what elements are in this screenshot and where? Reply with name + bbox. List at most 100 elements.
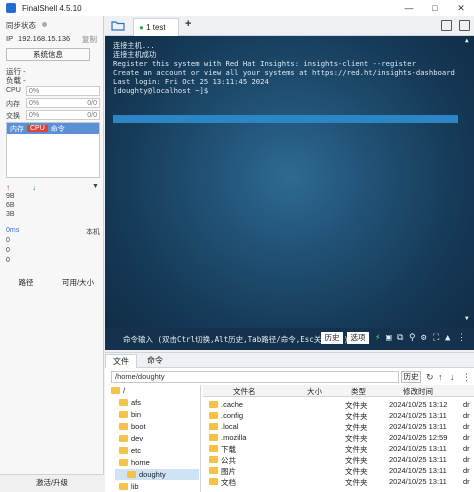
title-bar: FinalShell 4.5.10 — □ ✕	[0, 0, 474, 16]
folder-icon	[119, 459, 128, 466]
tab-commands[interactable]: 命令	[139, 354, 171, 368]
file-row[interactable]: 下载 文件夹 2024/10/25 13:11 dr	[203, 443, 474, 454]
activate-upgrade-link[interactable]: 激活/升级	[0, 474, 104, 492]
path-input[interactable]: /home/doughty	[111, 371, 399, 383]
load-status: 负载 -	[6, 76, 26, 85]
maximize-button[interactable]: □	[422, 0, 448, 16]
clipboard-icon[interactable]: ▣	[386, 333, 391, 343]
file-mtime: 2024/10/25 13:11	[389, 422, 447, 431]
file-permissions: dr	[463, 444, 470, 453]
folder-icon	[119, 435, 128, 442]
tree-item[interactable]: etc	[119, 445, 141, 456]
column-type[interactable]: 类型	[351, 386, 366, 397]
column-name[interactable]: 文件名	[233, 386, 256, 397]
search-icon[interactable]: ⚲	[409, 333, 416, 343]
menu-icon[interactable]	[459, 20, 470, 31]
file-permissions: dr	[463, 422, 470, 431]
tree-item[interactable]: dev	[119, 433, 143, 444]
close-button[interactable]: ✕	[448, 0, 474, 16]
expand-icon[interactable]: ▲	[445, 333, 450, 343]
file-mtime: 2024/10/25 13:11	[389, 455, 447, 464]
system-info-button[interactable]: 系统信息	[6, 48, 90, 61]
folder-icon	[119, 423, 128, 430]
grid-layout-icon[interactable]	[441, 20, 452, 31]
options-button[interactable]: 选项	[347, 332, 369, 344]
file-type: 文件夹	[345, 478, 368, 487]
copy-ip-button[interactable]: 复制	[82, 34, 97, 45]
settings-dots-icon[interactable]: ⋮	[457, 333, 466, 343]
folder-icon	[119, 447, 128, 454]
file-permissions: dr	[463, 477, 470, 486]
fullscreen-icon[interactable]: ⛶	[433, 333, 439, 343]
file-row[interactable]: .config 文件夹 2024/10/25 13:11 dr	[203, 410, 474, 421]
file-name: .cache	[221, 400, 244, 409]
latency-value: 0	[6, 257, 10, 264]
meter-label: CPU	[6, 87, 21, 94]
file-table: 文件名 大小 类型 修改时间 .cache 文件夹 2024/10/25 13:12…	[203, 385, 474, 492]
disk-path-header[interactable]: 路径	[0, 276, 52, 289]
tab-session-test[interactable]: ● 1 test	[133, 18, 179, 36]
file-row[interactable]: .mozilla 文件夹 2024/10/25 12:59 dr	[203, 432, 474, 443]
terminal-line: Create an account or view all your syste…	[113, 68, 455, 77]
tree-item[interactable]: /	[111, 385, 125, 396]
gear-icon[interactable]: ⚙	[421, 333, 426, 343]
file-mtime: 2024/10/25 12:59	[389, 433, 448, 442]
tree-item[interactable]: bin	[119, 409, 141, 420]
net-value: 3B	[6, 211, 15, 218]
meter-usage: 0/0	[87, 112, 97, 119]
proc-tab-cpu[interactable]: CPU	[27, 125, 48, 132]
folder-icon	[209, 423, 218, 430]
tree-item[interactable]: home	[119, 457, 150, 468]
add-tab-button[interactable]: +	[185, 18, 191, 30]
terminal-scrollbar[interactable]: ▲ ▼	[465, 38, 471, 346]
command-input[interactable]: 命令输入 (双击Ctrl切换,Alt历史,Tab路径/命令,Esc关闭窗口)	[123, 334, 348, 345]
status-dot-icon: ●	[139, 23, 144, 32]
latency-host: 本机	[86, 229, 100, 236]
file-row[interactable]: 公共 文件夹 2024/10/25 13:11 dr	[203, 454, 474, 465]
tree-item-selected[interactable]: doughty	[115, 469, 199, 480]
history-button[interactable]: 历史	[321, 332, 343, 344]
proc-tab-command[interactable]: 命令	[48, 124, 68, 134]
ip-value: 192.168.15.136	[18, 34, 71, 43]
upload-icon[interactable]: ↑	[438, 371, 443, 383]
terminal-line: 连接主机...	[113, 41, 155, 50]
folder-icon	[111, 387, 120, 394]
file-permissions: dr	[463, 466, 470, 475]
minimize-button[interactable]: —	[396, 0, 422, 16]
file-manager-panel: 文件 命令 /home/doughty 历史 ↻ ↑ ↓ ⋮ / afs bin…	[105, 352, 474, 492]
folder-icon	[209, 445, 218, 452]
folder-icon	[209, 401, 218, 408]
swap-meter: 交换 0% 0/0	[6, 110, 100, 120]
session-tab-bar: ● 1 test +	[105, 16, 474, 36]
folder-icon[interactable]	[111, 20, 125, 31]
net-dropdown-icon[interactable]: ▼	[92, 183, 99, 190]
file-permissions: dr	[463, 455, 470, 464]
folder-icon	[119, 399, 128, 406]
folder-icon	[127, 471, 136, 478]
tab-files[interactable]: 文件	[105, 354, 137, 368]
download-icon[interactable]: ↓	[450, 371, 455, 383]
terminal[interactable]: 连接主机... 连接主机成功 Register this system with…	[105, 36, 474, 350]
path-history-button[interactable]: 历史	[401, 371, 421, 383]
more-icon[interactable]: ⋮	[462, 371, 471, 383]
refresh-icon[interactable]: ↻	[426, 371, 434, 383]
command-input-bar[interactable]: 命令输入 (双击Ctrl切换,Alt历史,Tab路径/命令,Esc关闭窗口) 历…	[105, 328, 474, 350]
file-mtime: 2024/10/25 13:11	[389, 444, 447, 453]
copy-icon[interactable]: ⧉	[397, 333, 403, 343]
proc-tab-memory[interactable]: 内存	[7, 124, 27, 134]
tree-item[interactable]: boot	[119, 421, 146, 432]
file-mtime: 2024/10/25 13:12	[389, 400, 448, 409]
file-row[interactable]: .cache 文件夹 2024/10/25 13:12 dr	[203, 399, 474, 410]
tree-item[interactable]: afs	[119, 397, 141, 408]
column-mtime[interactable]: 修改时间	[403, 386, 433, 397]
sync-status: 同步状态	[6, 20, 99, 31]
column-size[interactable]: 大小	[307, 386, 322, 397]
tree-item[interactable]: lib	[119, 481, 139, 492]
lightning-icon[interactable]: ⚡	[375, 333, 380, 343]
meter-label: 内存	[6, 101, 20, 108]
sync-dot-icon	[42, 22, 48, 27]
file-row[interactable]: 文档 文件夹 2024/10/25 13:11 dr	[203, 476, 474, 487]
disk-size-header[interactable]: 可用/大小	[52, 276, 104, 289]
file-row[interactable]: 图片 文件夹 2024/10/25 13:11 dr	[203, 465, 474, 476]
file-row[interactable]: .local 文件夹 2024/10/25 13:11 dr	[203, 421, 474, 432]
